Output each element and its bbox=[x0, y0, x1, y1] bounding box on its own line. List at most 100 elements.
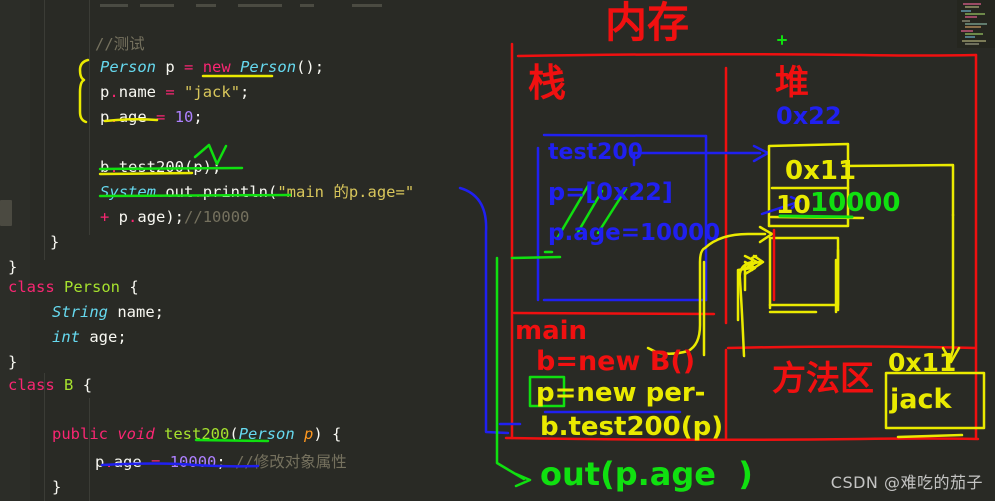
code-token: public bbox=[52, 425, 108, 443]
code-token: Person bbox=[64, 278, 121, 296]
code-token: { bbox=[120, 278, 139, 296]
code-line[interactable]: class B { bbox=[0, 373, 478, 398]
label-heap-obj-age-old: 10 bbox=[776, 190, 811, 219]
code-line[interactable]: p.name = "jack"; bbox=[0, 80, 570, 105]
code-token: test200 bbox=[164, 425, 230, 443]
code-text[interactable]: //测试 Person p = new Person(); p.name = "ja… bbox=[0, 0, 470, 501]
label-stackframe-test200-age: p.age=10000 bbox=[548, 220, 721, 246]
code-token: { bbox=[73, 376, 93, 394]
code-token: String bbox=[52, 303, 108, 321]
label-heap: 堆 bbox=[775, 63, 809, 103]
code-token: ; bbox=[193, 108, 203, 126]
code-token: . bbox=[109, 158, 119, 176]
code-line[interactable]: //测试 bbox=[0, 32, 565, 57]
editor-minimap[interactable] bbox=[957, 0, 995, 48]
code-token: + bbox=[100, 208, 110, 226]
code-token: p bbox=[109, 208, 129, 226]
code-token: new bbox=[202, 58, 231, 76]
code-line[interactable]: } bbox=[0, 350, 478, 375]
code-token: p bbox=[165, 58, 175, 76]
code-token: "main 的p.age=" bbox=[277, 183, 415, 201]
label-stackframe-test200: test200 bbox=[548, 140, 643, 165]
code-token: . bbox=[109, 83, 119, 101]
code-token: //修改对象属性 bbox=[235, 453, 347, 471]
code-line[interactable]: + p.age);//10000 bbox=[0, 205, 570, 230]
code-line[interactable]: String name; bbox=[0, 300, 522, 325]
label-stackframe-main-p: p=new per- bbox=[536, 378, 706, 408]
code-token: (p); bbox=[184, 158, 222, 176]
code-token: b bbox=[100, 158, 110, 176]
label-stackframe-main-b: b=new B() bbox=[536, 346, 696, 377]
code-token: //测试 bbox=[95, 35, 145, 53]
code-token: 10000 bbox=[169, 453, 217, 471]
code-token: p bbox=[100, 83, 110, 101]
label-heap-address: 0x22 bbox=[776, 102, 842, 130]
code-token: //10000 bbox=[184, 208, 250, 226]
code-token: ; bbox=[216, 453, 236, 471]
code-token: class bbox=[8, 376, 55, 394]
label-methodarea-address: 0x11 bbox=[888, 348, 957, 377]
code-token: out bbox=[165, 183, 194, 201]
label-heap-obj-age-new: 10000 bbox=[810, 188, 901, 218]
label-stack: 栈 bbox=[528, 61, 567, 105]
label-methodarea-value: jack bbox=[890, 384, 952, 415]
code-token: System bbox=[100, 183, 156, 201]
code-token: age bbox=[118, 108, 147, 126]
code-line[interactable]: public void test200(Person p) { bbox=[0, 422, 522, 447]
code-token: . bbox=[156, 183, 166, 201]
code-line[interactable]: class Person { bbox=[0, 275, 478, 300]
screenshot-root: //测试 Person p = new Person(); p.name = "ja… bbox=[0, 0, 995, 501]
code-token: void bbox=[117, 425, 155, 443]
code-token: Person bbox=[238, 425, 295, 443]
code-token: p bbox=[304, 425, 314, 443]
code-token: 10 bbox=[174, 108, 194, 126]
label-method-area: 方法区 bbox=[772, 359, 874, 399]
code-token: } bbox=[50, 233, 60, 251]
code-token: name; bbox=[108, 303, 164, 321]
code-line[interactable]: int age; bbox=[0, 325, 522, 350]
code-token: ) { bbox=[313, 425, 342, 443]
code-token: println( bbox=[202, 183, 278, 201]
label-stackframe-main-call: b.test200(p) bbox=[540, 412, 724, 442]
code-line[interactable]: p.age = 10000; //修改对象属性 bbox=[0, 450, 565, 475]
label-stackframe-main: main bbox=[515, 316, 588, 346]
code-line[interactable]: b.test200(p); bbox=[0, 155, 570, 180]
csdn-watermark: CSDN @难吃的茄子 bbox=[830, 473, 983, 492]
code-token: ( bbox=[229, 425, 239, 443]
code-token: . bbox=[104, 453, 114, 471]
code-token: age bbox=[113, 453, 142, 471]
code-line[interactable]: } bbox=[0, 475, 522, 500]
code-token: = bbox=[184, 58, 194, 76]
code-token: Person bbox=[100, 58, 156, 76]
code-token: } bbox=[8, 353, 18, 371]
code-token: "jack" bbox=[184, 83, 241, 101]
code-token: Person bbox=[240, 58, 297, 76]
code-line[interactable]: Person p = new Person(); bbox=[0, 55, 570, 80]
code-token: } bbox=[8, 258, 18, 276]
label-output-note: out(p.age ) bbox=[540, 455, 753, 493]
code-token: age); bbox=[137, 208, 185, 226]
code-token: (); bbox=[296, 58, 325, 76]
code-editor[interactable]: //测试 Person p = new Person(); p.name = "ja… bbox=[0, 0, 995, 501]
code-line[interactable]: p.age = 10; bbox=[0, 105, 570, 130]
label-stackframe-test200-p: p=[0x22] bbox=[548, 178, 673, 206]
code-token: = bbox=[165, 83, 175, 101]
code-line[interactable]: System.out.println("main 的p.age=" bbox=[0, 180, 570, 205]
code-token: p bbox=[95, 453, 105, 471]
code-token: } bbox=[52, 478, 62, 496]
code-line[interactable]: } bbox=[0, 230, 520, 255]
code-token: class bbox=[8, 278, 55, 296]
